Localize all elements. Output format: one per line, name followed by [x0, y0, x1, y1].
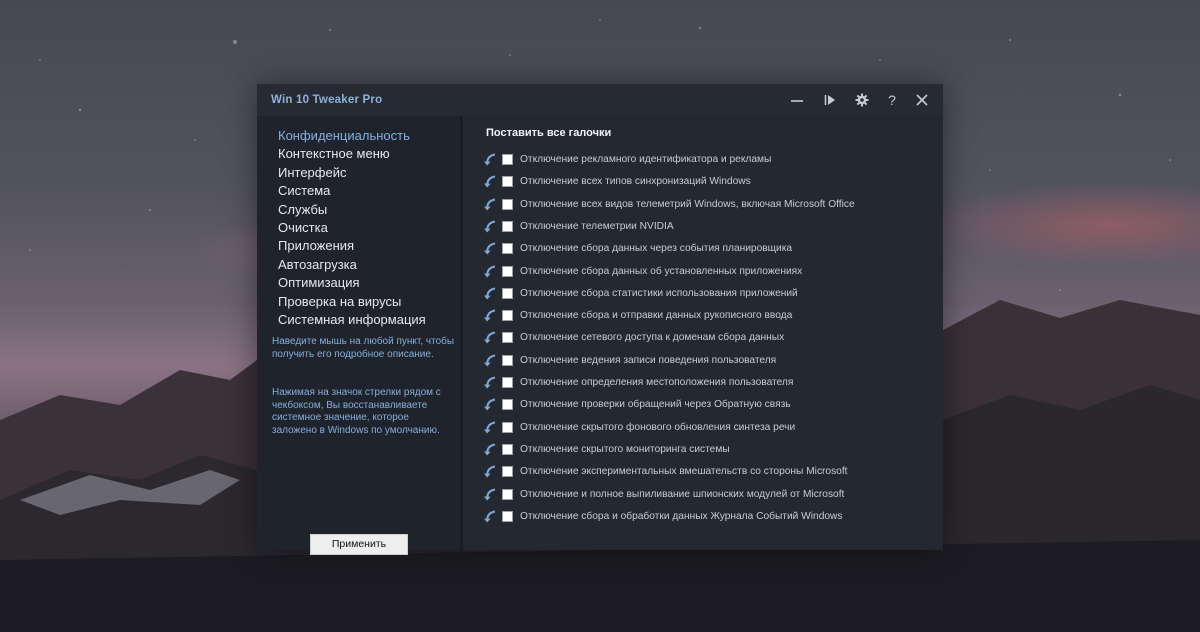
sidebar-item[interactable]: Автозагрузка: [278, 257, 357, 272]
app-window: Win 10 Tweaker Pro ? Конфиденциальность …: [257, 84, 943, 555]
restore-default-icon[interactable]: [483, 175, 497, 189]
option-label: Отключение сбора данных об установленных…: [520, 265, 803, 277]
option-row[interactable]: Отключение сбора и отправки данных рукоп…: [483, 307, 933, 325]
option-label: Отключение экспериментальных вмешательст…: [520, 466, 848, 478]
option-row[interactable]: Отключение всех видов телеметрий Windows…: [483, 196, 933, 214]
option-checkbox[interactable]: [502, 443, 513, 455]
option-checkbox[interactable]: [502, 421, 513, 433]
option-checkbox[interactable]: [502, 220, 513, 232]
option-row[interactable]: Отключение сбора данных через события пл…: [483, 240, 933, 258]
sidebar-item[interactable]: Интерфейс: [278, 165, 346, 180]
option-label: Отключение всех видов телеметрий Windows…: [520, 198, 855, 210]
option-row[interactable]: Отключение сетевого доступа к доменам сб…: [483, 329, 933, 347]
restore-default-icon[interactable]: [483, 198, 497, 212]
restore-default-icon[interactable]: [483, 398, 497, 412]
option-checkbox[interactable]: [502, 287, 513, 299]
close-button[interactable]: [911, 90, 933, 110]
restore-hint-text: Нажимая на значок стрелки рядом с чекбок…: [272, 387, 441, 436]
restore-default-icon[interactable]: [483, 220, 497, 234]
option-checkbox[interactable]: [502, 354, 513, 366]
option-label: Отключение проверки обращений через Обра…: [520, 399, 791, 411]
window-title: Win 10 Tweaker Pro: [271, 94, 383, 106]
play-icon: [824, 95, 835, 105]
restore-default-icon[interactable]: [483, 242, 497, 256]
option-checkbox[interactable]: [502, 154, 513, 165]
sidebar-item[interactable]: Оптимизация: [278, 275, 360, 290]
option-row[interactable]: Отключение проверки обращений через Обра…: [483, 396, 933, 414]
restore-default-icon[interactable]: [483, 421, 497, 435]
option-label: Отключение сбора и отправки данных рукоп…: [520, 310, 793, 322]
option-row[interactable]: Отключение и полное выпиливание шпионски…: [483, 486, 933, 504]
option-label: Отключение и полное выпиливание шпионски…: [520, 488, 845, 500]
sidebar-item[interactable]: Конфиденциальность: [278, 128, 410, 143]
title-bar[interactable]: Win 10 Tweaker Pro ?: [257, 84, 943, 116]
option-label: Отключение рекламного идентификатора и р…: [520, 154, 772, 165]
restore-default-icon[interactable]: [483, 488, 497, 502]
restore-default-icon[interactable]: [483, 465, 497, 479]
minimize-button[interactable]: [786, 90, 808, 110]
option-checkbox[interactable]: [502, 488, 513, 500]
options-panel: Поставить все галочки Отключение рекламн…: [463, 116, 943, 550]
close-icon: [916, 94, 928, 106]
restore-default-icon[interactable]: [483, 287, 497, 301]
hover-hint-text: Наведите мышь на любой пункт, чтобы полу…: [272, 336, 455, 360]
help-button[interactable]: ?: [881, 90, 903, 110]
option-row[interactable]: Отключение экспериментальных вмешательст…: [483, 463, 933, 481]
sidebar-item[interactable]: Службы: [278, 202, 327, 217]
sidebar-item[interactable]: Контекстное меню: [278, 146, 390, 161]
restore-default-icon[interactable]: [483, 510, 497, 524]
option-row[interactable]: Отключение определения местоположения по…: [483, 374, 933, 392]
sidebar-item[interactable]: Система: [278, 183, 330, 198]
restore-default-icon[interactable]: [483, 354, 497, 368]
restore-default-icon[interactable]: [483, 331, 497, 345]
option-label: Отключение телеметрии NVIDIA: [520, 220, 674, 232]
option-checkbox[interactable]: [502, 176, 513, 188]
option-checkbox[interactable]: [502, 510, 513, 522]
option-label: Отключение всех типов синхронизаций Wind…: [520, 176, 751, 188]
option-checkbox[interactable]: [502, 332, 513, 344]
option-row[interactable]: Отключение сбора статистики использовани…: [483, 285, 933, 303]
play-button[interactable]: [819, 90, 841, 110]
option-label: Отключение сбора статистики использовани…: [520, 287, 798, 299]
question-icon: ?: [888, 92, 896, 108]
sidebar-item[interactable]: Системная информация: [278, 312, 426, 327]
option-label: Отключение ведения записи поведения поль…: [520, 354, 777, 366]
select-all-link[interactable]: Поставить все галочки: [486, 127, 611, 139]
minimize-icon: [791, 100, 803, 102]
option-label: Отключение сетевого доступа к доменам сб…: [520, 332, 785, 344]
option-row[interactable]: Отключение всех типов синхронизаций Wind…: [483, 173, 933, 191]
option-row[interactable]: Отключение телеметрии NVIDIA: [483, 218, 933, 236]
settings-button[interactable]: [851, 90, 873, 110]
option-row[interactable]: Отключение сбора данных об установленных…: [483, 263, 933, 281]
option-checkbox[interactable]: [502, 198, 513, 210]
restore-default-icon[interactable]: [483, 376, 497, 390]
restore-default-icon[interactable]: [483, 443, 497, 457]
restore-default-icon[interactable]: [483, 309, 497, 323]
option-checkbox[interactable]: [502, 310, 513, 322]
apply-button[interactable]: Применить: [310, 534, 408, 555]
sidebar-item[interactable]: Очистка: [278, 220, 328, 235]
sidebar-item[interactable]: Проверка на вирусы: [278, 294, 401, 309]
option-checkbox[interactable]: [502, 377, 513, 388]
sidebar-item[interactable]: Приложения: [278, 238, 354, 253]
restore-default-icon[interactable]: [483, 153, 497, 167]
sidebar: Конфиденциальность Контекстное меню Интерф…: [257, 116, 460, 555]
gear-icon: [855, 93, 869, 107]
option-row[interactable]: Отключение сбора и обработки данных Журн…: [483, 508, 933, 526]
option-checkbox[interactable]: [502, 399, 513, 411]
option-checkbox[interactable]: [502, 466, 513, 478]
option-row[interactable]: Отключение рекламного идентификатора и р…: [483, 151, 933, 169]
option-label: Отключение определения местоположения по…: [520, 377, 794, 388]
option-checkbox[interactable]: [502, 243, 513, 255]
option-label: Отключение сбора и обработки данных Журн…: [520, 510, 843, 522]
option-checkbox[interactable]: [502, 265, 513, 277]
option-row[interactable]: Отключение ведения записи поведения поль…: [483, 352, 933, 370]
option-row[interactable]: Отключение скрытого мониторинга системы: [483, 441, 933, 459]
option-label: Отключение сбора данных через события пл…: [520, 243, 793, 255]
option-label: Отключение скрытого мониторинга системы: [520, 443, 730, 455]
option-row[interactable]: Отключение скрытого фонового обновления …: [483, 419, 933, 437]
option-label: Отключение скрытого фонового обновления …: [520, 421, 796, 433]
restore-default-icon[interactable]: [483, 265, 497, 279]
